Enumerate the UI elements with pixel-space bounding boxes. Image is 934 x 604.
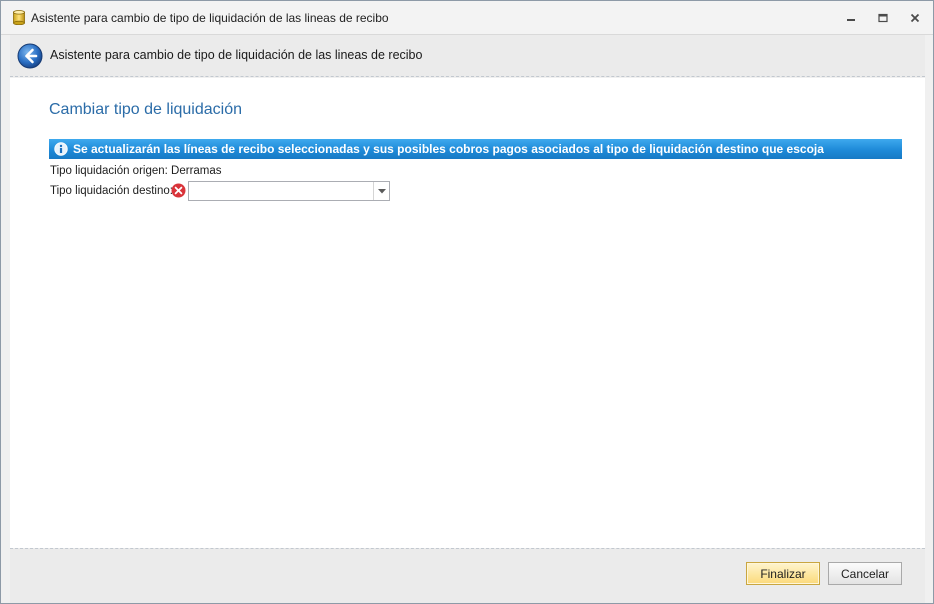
dropdown-arrow-button[interactable] <box>373 182 389 200</box>
maximize-button[interactable] <box>872 9 894 27</box>
info-banner: Se actualizarán las líneas de recibo sel… <box>49 139 902 159</box>
window-title: Asistente para cambio de tipo de liquida… <box>31 11 389 25</box>
wizard-footer: Finalizar Cancelar <box>10 548 925 603</box>
close-icon <box>910 13 920 23</box>
info-message: Se actualizarán las líneas de recibo sel… <box>73 142 824 156</box>
back-arrow-icon[interactable] <box>17 43 43 69</box>
destination-type-dropdown[interactable] <box>188 181 390 201</box>
finish-button[interactable]: Finalizar <box>746 562 820 585</box>
title-bar[interactable]: Asistente para cambio de tipo de liquida… <box>1 1 933 35</box>
database-cylinder-icon <box>13 10 25 25</box>
wizard-header: Asistente para cambio de tipo de liquida… <box>10 35 925 77</box>
origin-type-label: Tipo liquidación origen: Derramas <box>50 165 222 177</box>
close-button[interactable] <box>904 9 926 27</box>
wizard-content: Cambiar tipo de liquidación Se actualiza… <box>10 78 925 548</box>
wizard-window: Asistente para cambio de tipo de liquida… <box>0 0 934 604</box>
header-title: Asistente para cambio de tipo de liquida… <box>50 48 423 62</box>
chevron-down-icon <box>377 188 386 193</box>
error-icon <box>171 183 186 198</box>
destination-type-label: Tipo liquidación destino: <box>50 185 173 197</box>
minimize-icon <box>847 19 855 21</box>
minimize-button[interactable] <box>840 9 862 27</box>
right-gutter <box>925 35 933 603</box>
maximize-icon <box>878 13 888 23</box>
cancel-button[interactable]: Cancelar <box>828 562 902 585</box>
info-icon <box>54 142 68 156</box>
section-title: Cambiar tipo de liquidación <box>49 101 242 118</box>
left-gutter <box>1 35 10 603</box>
